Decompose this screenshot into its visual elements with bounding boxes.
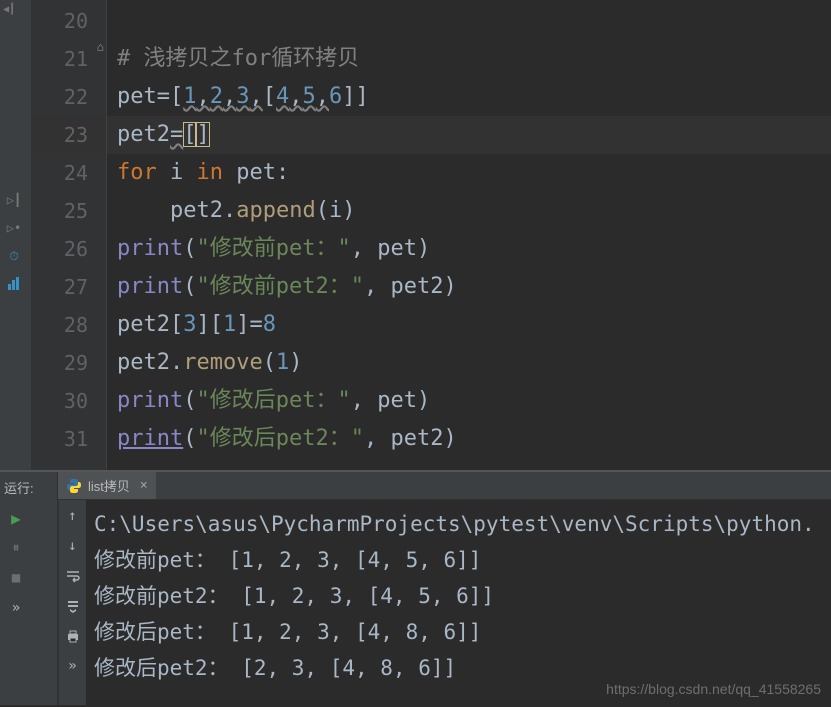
debug-context-icon[interactable]: ▷•	[4, 218, 24, 238]
code-editor[interactable]: # 浅拷贝之for循环拷贝pet=[1,2,3,[4,5,6]]pet2=[]f…	[107, 0, 831, 470]
stop-button[interactable]: ■	[6, 568, 26, 588]
code-line[interactable]: pet=[1,2,3,[4,5,6]]	[107, 78, 831, 116]
run-tab-bar: list拷贝 ×	[58, 472, 831, 500]
line-number[interactable]: 26	[32, 230, 106, 268]
line-number[interactable]: 23	[32, 116, 106, 154]
editor-area: ▼┃ ▷┃ ▷• ⏱ ⌂ 202122232425262728293031 # …	[0, 0, 831, 470]
code-line[interactable]: print("修改后pet2：", pet2)	[107, 420, 831, 458]
code-line[interactable]: pet2.append(i)	[107, 192, 831, 230]
fold-toggle-icon[interactable]: ⌂	[97, 40, 104, 54]
code-line[interactable]: pet2=[]	[107, 116, 831, 154]
run-panel: 运行: ▶ ⏸ ■ » list拷贝 × ↑ ↓	[0, 472, 831, 705]
run-tool-label-col: 运行: ▶ ⏸ ■ »	[0, 472, 58, 705]
code-line[interactable]: print("修改前pet2：", pet2)	[107, 268, 831, 306]
up-stack-icon[interactable]: ↑	[63, 506, 83, 526]
line-number[interactable]: 28	[32, 306, 106, 344]
rerun-button[interactable]: ▶	[6, 508, 26, 528]
recent-run-icon[interactable]: ⏱	[4, 246, 24, 266]
console-toolbar: ↑ ↓ »	[58, 500, 86, 705]
code-line[interactable]	[107, 2, 831, 40]
down-stack-icon[interactable]: ↓	[63, 536, 83, 556]
pause-button[interactable]: ⏸	[6, 538, 26, 558]
line-number[interactable]: 30	[32, 382, 106, 420]
close-tab-icon[interactable]: ×	[140, 478, 148, 493]
line-number[interactable]: 27	[32, 268, 106, 306]
line-number[interactable]: 31	[32, 420, 106, 458]
line-number[interactable]: 22	[32, 78, 106, 116]
gutter: ⌂ 202122232425262728293031	[32, 0, 107, 470]
console-output[interactable]: C:\Users\asus\PycharmProjects\pytest\ven…	[86, 500, 831, 705]
project-sidebar: ▼┃ ▷┃ ▷• ⏱	[0, 0, 32, 470]
output-line: C:\Users\asus\PycharmProjects\pytest\ven…	[94, 506, 823, 542]
expand-button[interactable]: »	[6, 598, 26, 618]
more-icon[interactable]: »	[63, 656, 83, 676]
run-tab-label: list拷贝	[88, 476, 130, 495]
code-line[interactable]: pet2.remove(1)	[107, 344, 831, 382]
code-line[interactable]: # 浅拷贝之for循环拷贝	[107, 40, 831, 78]
code-line[interactable]: print("修改后pet：", pet)	[107, 382, 831, 420]
profiler-icon[interactable]	[4, 274, 24, 294]
run-context-icon[interactable]: ▷┃	[4, 190, 24, 210]
scroll-end-icon[interactable]	[63, 596, 83, 616]
line-number[interactable]: 24	[32, 154, 106, 192]
python-file-icon	[66, 478, 82, 494]
print-icon[interactable]	[63, 626, 83, 646]
line-number[interactable]: 29	[32, 344, 106, 382]
run-label: 运行:	[0, 472, 57, 503]
run-tab-active[interactable]: list拷贝 ×	[58, 472, 156, 499]
output-line: 修改前pet2： [1, 2, 3, [4, 5, 6]]	[94, 578, 823, 614]
watermark-text: https://blog.csdn.net/qq_41558265	[606, 681, 821, 697]
line-number[interactable]: 25	[32, 192, 106, 230]
code-line[interactable]: print("修改前pet：", pet)	[107, 230, 831, 268]
code-line[interactable]: pet2[3][1]=8	[107, 306, 831, 344]
line-number[interactable]: 21	[32, 40, 106, 78]
output-line: 修改前pet： [1, 2, 3, [4, 5, 6]]	[94, 542, 823, 578]
line-number[interactable]: 20	[32, 2, 106, 40]
soft-wrap-icon[interactable]	[63, 566, 83, 586]
output-line: 修改后pet： [1, 2, 3, [4, 8, 6]]	[94, 614, 823, 650]
code-line[interactable]: for i in pet:	[107, 154, 831, 192]
fold-collapse-icon[interactable]: ▼┃	[3, 4, 15, 15]
